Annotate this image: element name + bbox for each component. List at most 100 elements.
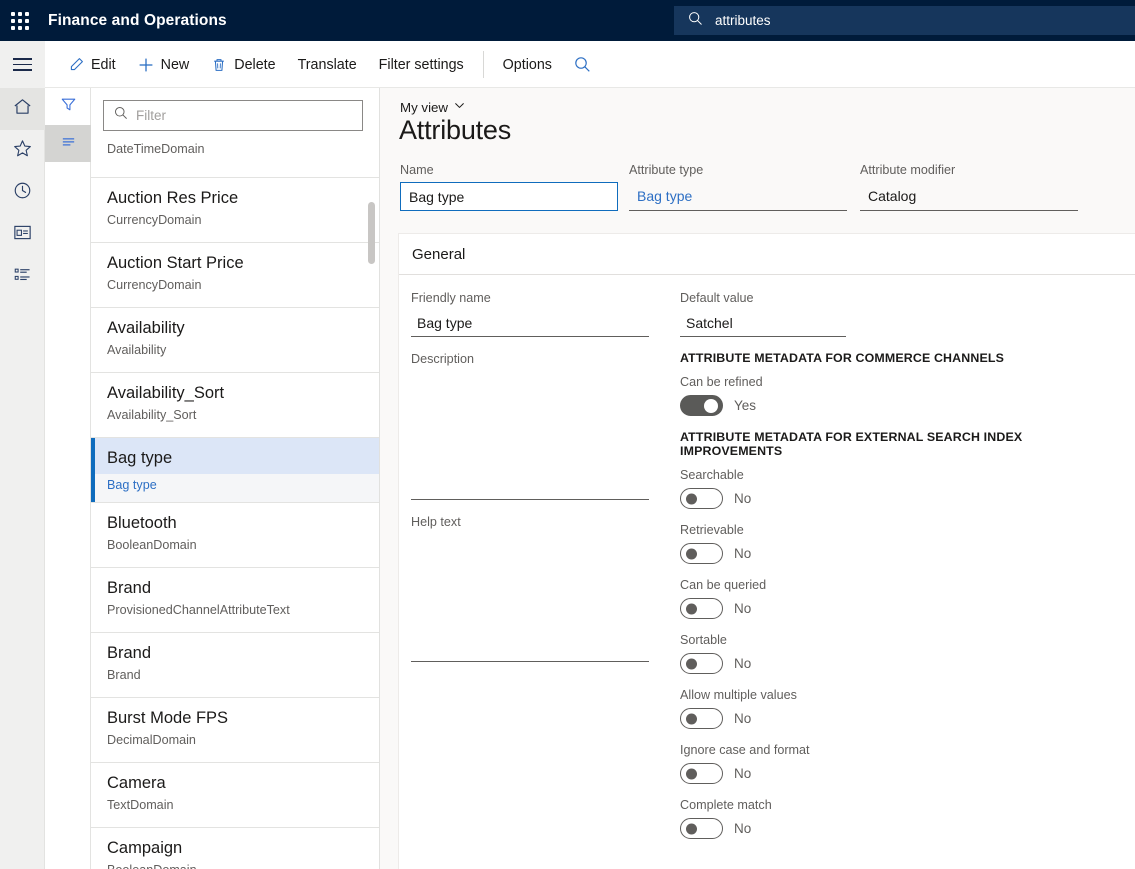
friendly-name-label: Friendly name (411, 291, 649, 305)
list-tools-rail (45, 88, 91, 869)
list-item-title: Brand (107, 644, 364, 663)
list-item-subtitle: ProvisionedChannelAttributeText (107, 603, 364, 617)
attributes-list-panel: Filter DateTimeDomain Auction Res Price … (91, 88, 380, 869)
description-textarea[interactable] (411, 370, 649, 500)
nav-item-favorites[interactable] (0, 130, 45, 172)
attribute-modifier-input[interactable]: Catalog (860, 182, 1078, 211)
nav-item-home[interactable] (0, 88, 45, 130)
search-icon (688, 11, 703, 31)
list-item[interactable]: Availability Availability (91, 308, 380, 373)
attribute-type-field-group: Attribute type Bag type (629, 163, 847, 211)
general-section-header[interactable]: General (399, 234, 1135, 275)
attribute-type-input[interactable]: Bag type (629, 182, 847, 211)
list-item[interactable]: Burst Mode FPS DecimalDomain (91, 698, 380, 763)
filter-pane-toggle[interactable] (45, 88, 91, 125)
list-item[interactable]: Auction Res Price CurrencyDomain (91, 178, 380, 243)
list-view-toggle[interactable] (45, 125, 91, 162)
list-item-title: Burst Mode FPS (107, 709, 364, 728)
general-left-column: Friendly name Bag type Description Help … (411, 291, 649, 666)
page-title: Attributes (399, 115, 511, 146)
list-item[interactable]: Bluetooth BooleanDomain (91, 503, 380, 568)
list-item[interactable]: Campaign BooleanDomain (91, 828, 380, 869)
main-content: My view Attributes Name Bag type Attribu… (380, 88, 1135, 869)
nav-item-workspaces[interactable] (0, 214, 45, 256)
lines-icon (60, 133, 77, 155)
list-item-title: Bag type (107, 449, 364, 468)
star-icon (12, 138, 33, 164)
list-scrollbar-thumb[interactable] (368, 202, 375, 264)
ignore-case-and-format-toggle[interactable] (680, 763, 723, 784)
list-item-subtitle: BooleanDomain (107, 538, 364, 552)
complete-match-value: No (734, 821, 751, 836)
complete-match-toggle[interactable] (680, 818, 723, 839)
list-item[interactable]: Brand Brand (91, 633, 380, 698)
searchable-group: Searchable No (680, 468, 1120, 509)
searchable-value: No (734, 491, 751, 506)
list-item[interactable]: Camera TextDomain (91, 763, 380, 828)
app-title: Finance and Operations (48, 12, 227, 30)
list-item-subtitle: Availability (107, 343, 364, 357)
list-filter-placeholder: Filter (136, 108, 166, 123)
default-value-label: Default value (680, 291, 1120, 305)
list-item[interactable]: Auction Start Price CurrencyDomain (91, 243, 380, 308)
can-be-queried-toggle[interactable] (680, 598, 723, 619)
list-scrollbar-track[interactable] (370, 140, 377, 869)
list-item-partial[interactable]: DateTimeDomain (91, 140, 380, 178)
help-text-field-group: Help text (411, 515, 649, 662)
new-button[interactable]: New (127, 41, 201, 88)
can-be-refined-value: Yes (734, 398, 756, 413)
friendly-name-field-group: Friendly name Bag type (411, 291, 649, 337)
home-icon (12, 96, 33, 122)
can-be-refined-toggle[interactable] (680, 395, 723, 416)
list-item-subtitle: DecimalDomain (107, 733, 364, 747)
list-item-subtitle: Brand (107, 668, 364, 682)
toolbar-search-button[interactable] (563, 41, 602, 88)
friendly-name-input[interactable]: Bag type (411, 309, 649, 337)
delete-button[interactable]: Delete (200, 41, 286, 88)
nav-item-modules[interactable] (0, 256, 45, 298)
attribute-type-value: Bag type (637, 188, 692, 204)
name-input[interactable]: Bag type (400, 182, 618, 211)
ignore-case-and-format-value: No (734, 766, 751, 781)
searchable-toggle[interactable] (680, 488, 723, 509)
options-button[interactable]: Options (492, 41, 563, 88)
complete-match-group: Complete match No (680, 798, 1120, 839)
ignore-case-and-format-label: Ignore case and format (680, 743, 1120, 757)
list-item[interactable]: Brand ProvisionedChannelAttributeText (91, 568, 380, 633)
friendly-name-value: Bag type (417, 315, 472, 331)
list-item-selected[interactable]: Bag type Bag type (91, 438, 380, 503)
global-search-box[interactable]: attributes (674, 6, 1135, 35)
filter-settings-button[interactable]: Filter settings (368, 41, 475, 88)
commerce-channels-section-header: ATTRIBUTE METADATA FOR COMMERCE CHANNELS (680, 351, 1120, 365)
allow-multiple-values-value: No (734, 711, 751, 726)
general-section-title: General (412, 246, 465, 263)
search-icon (574, 56, 591, 73)
list-filter-input[interactable]: Filter (103, 100, 363, 131)
can-be-queried-group: Can be queried No (680, 578, 1120, 619)
sortable-group: Sortable No (680, 633, 1120, 674)
list-item-title: Availability_Sort (107, 384, 364, 403)
default-value-text: Satchel (686, 315, 733, 331)
sortable-toggle[interactable] (680, 653, 723, 674)
default-value-input[interactable]: Satchel (680, 309, 846, 337)
app-launcher-icon[interactable] (0, 0, 40, 41)
help-text-textarea[interactable] (411, 533, 649, 662)
view-selector[interactable]: My view (400, 98, 465, 116)
general-right-column: Default value Satchel ATTRIBUTE METADATA… (680, 291, 1120, 853)
list-item-subtitle: BooleanDomain (107, 863, 364, 869)
allow-multiple-values-toggle[interactable] (680, 708, 723, 729)
translate-button[interactable]: Translate (287, 41, 368, 88)
list-item[interactable]: Availability_Sort Availability_Sort (91, 373, 380, 438)
trash-icon (211, 57, 227, 73)
top-app-bar: Finance and Operations attributes (0, 0, 1135, 41)
edit-button[interactable]: Edit (57, 41, 127, 88)
nav-item-recent[interactable] (0, 172, 45, 214)
funnel-icon (60, 96, 77, 118)
hamburger-menu-icon[interactable] (0, 41, 45, 88)
retrievable-toggle[interactable] (680, 543, 723, 564)
general-section-card: General Friendly name Bag type Descripti… (398, 233, 1135, 869)
searchable-label: Searchable (680, 468, 1120, 482)
chevron-down-icon (454, 98, 465, 116)
list-item-title: Bluetooth (107, 514, 364, 533)
attributes-list[interactable]: DateTimeDomain Auction Res Price Currenc… (91, 140, 380, 869)
